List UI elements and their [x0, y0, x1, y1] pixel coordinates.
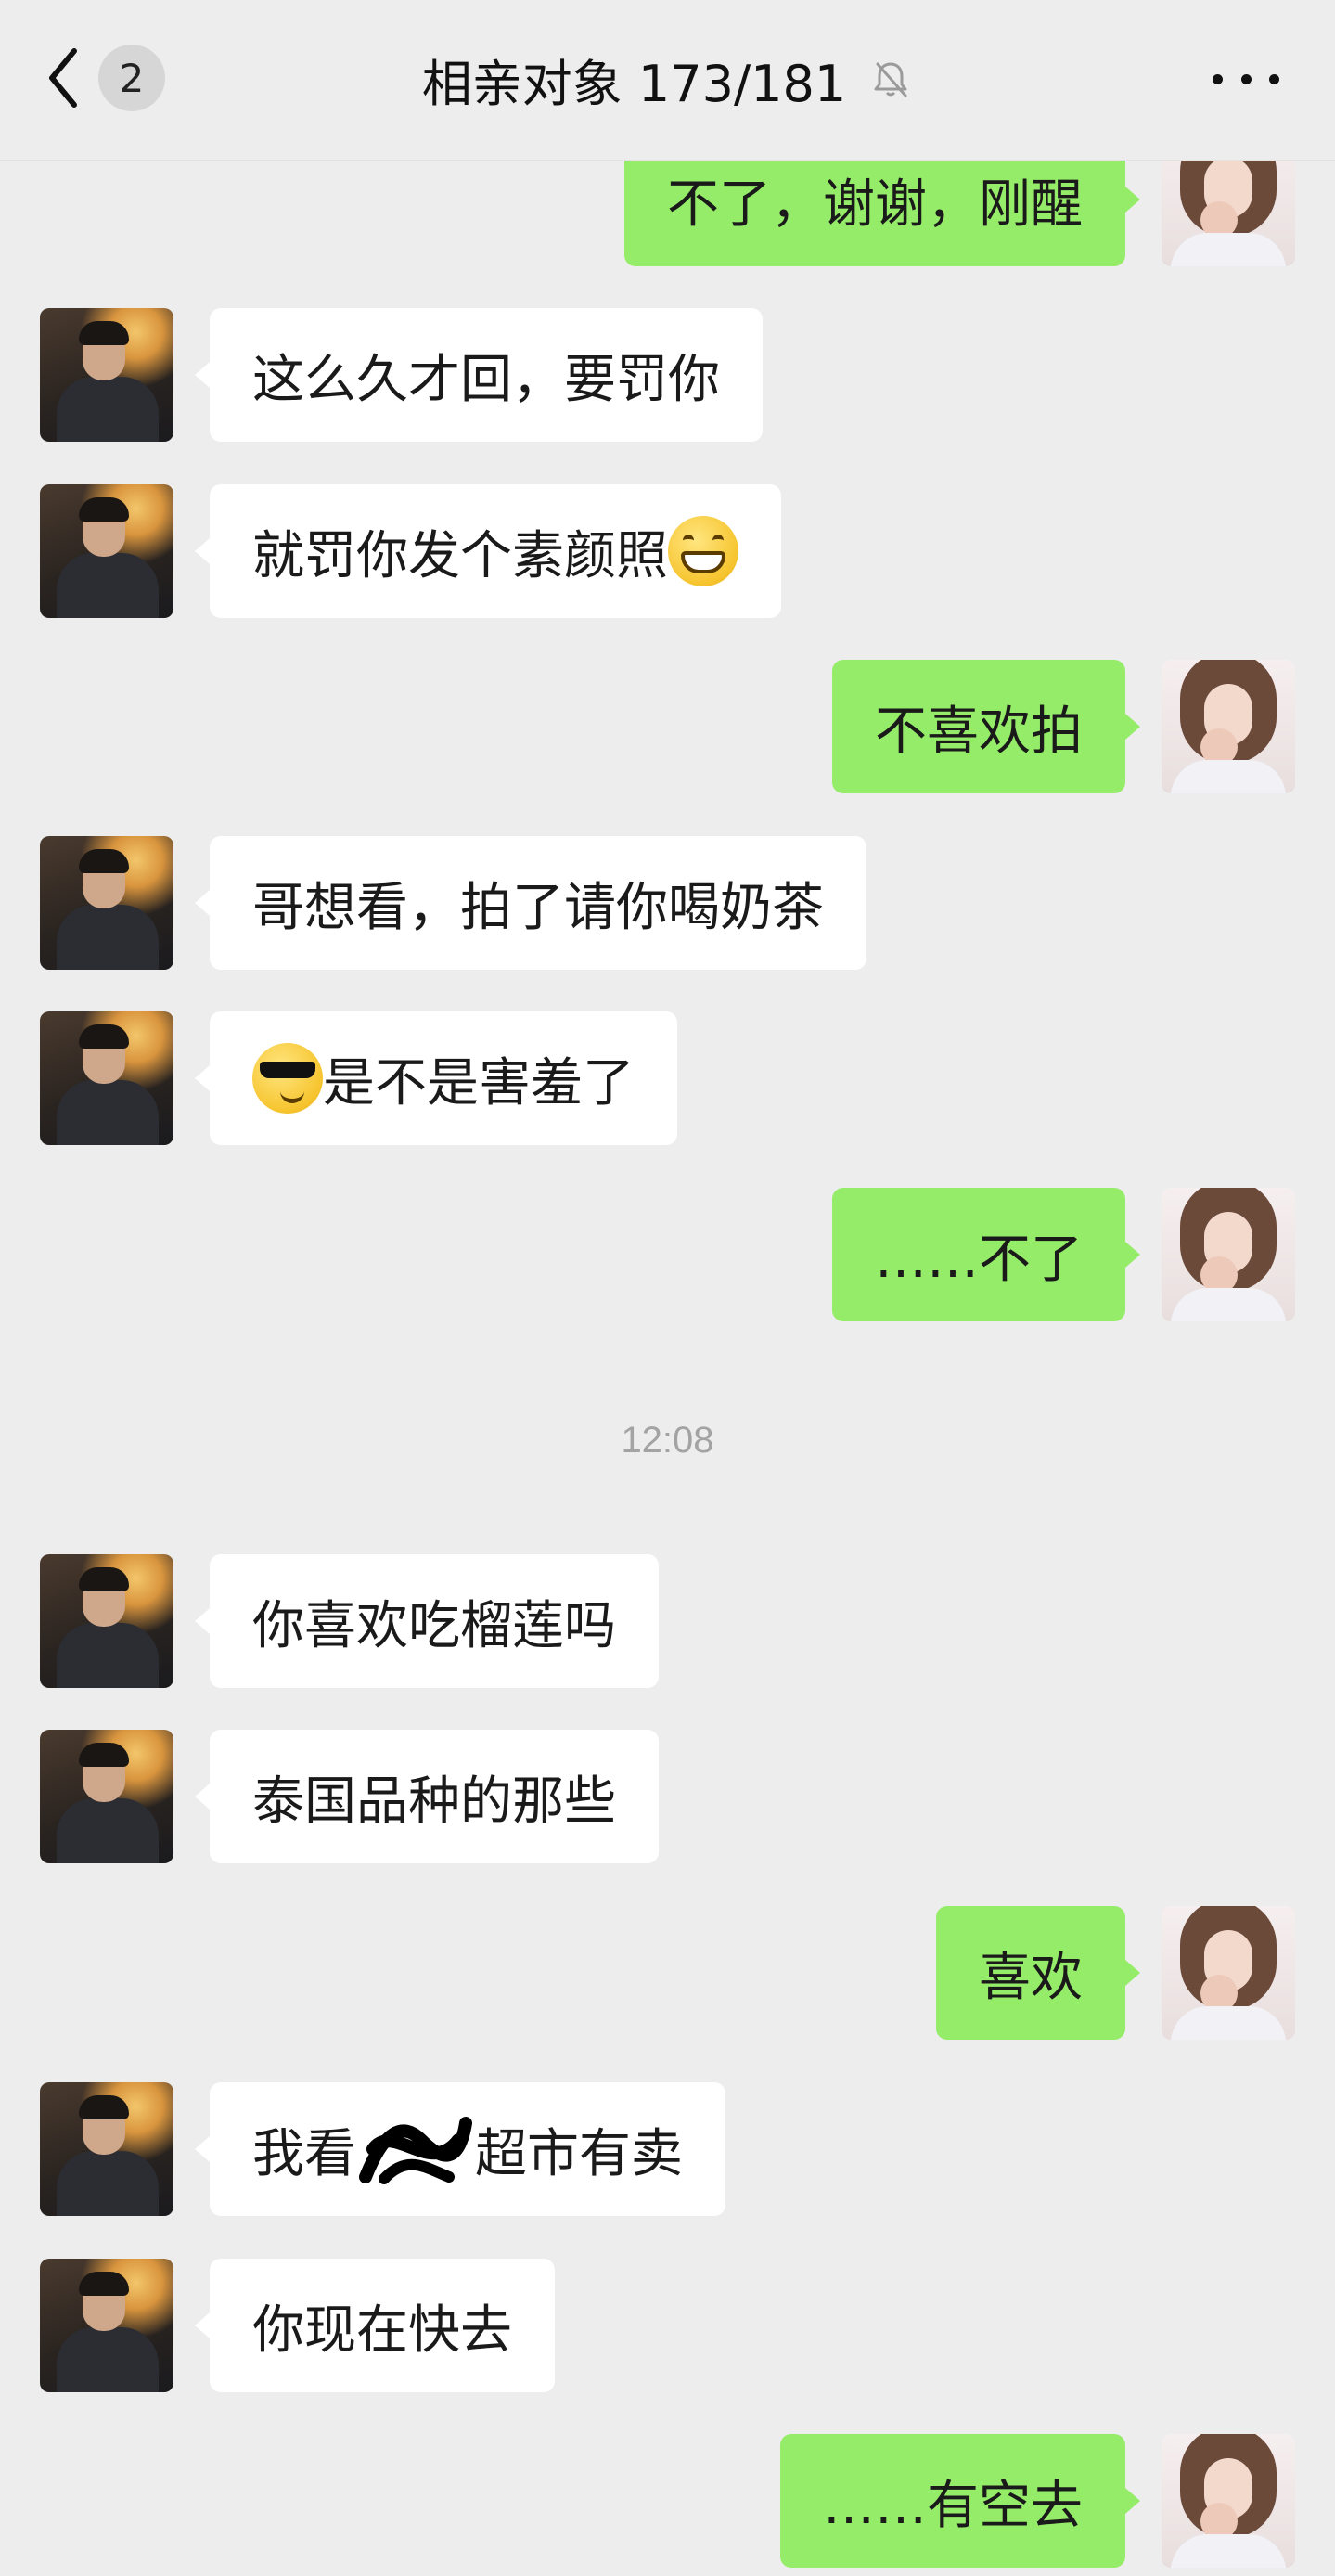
- my-avatar[interactable]: [1162, 1188, 1295, 1321]
- contact-avatar[interactable]: [40, 2259, 173, 2392]
- redaction-scribble: [356, 2112, 475, 2186]
- message-text: 不喜欢拍: [875, 701, 1083, 762]
- contact-avatar[interactable]: [40, 484, 173, 618]
- message-bubble-incoming[interactable]: 就罚你发个素颜照: [195, 484, 781, 618]
- chat-title: 相亲对象 173/181: [421, 54, 847, 113]
- dot-icon: [1240, 73, 1252, 84]
- message-text: 你喜欢吃榴莲吗: [252, 1595, 616, 1656]
- timestamp: 12:08: [621, 1420, 714, 1461]
- contact-avatar[interactable]: [40, 1554, 173, 1688]
- message-bubble-outgoing[interactable]: ……不了: [832, 1188, 1140, 1321]
- chat-area[interactable]: 不了，谢谢，刚醒 这么久才回，要罚你 就罚你发个素颜照 不喜欢拍 哥想看，拍了请…: [0, 0, 1335, 2576]
- message-bubble-outgoing[interactable]: ……有空去: [780, 2434, 1140, 2568]
- message-bubble-incoming[interactable]: 这么久才回，要罚你: [195, 308, 763, 442]
- contact-avatar[interactable]: [40, 2082, 173, 2216]
- message-bubble-outgoing[interactable]: 喜欢: [936, 1906, 1140, 2040]
- message-text: 是不是害羞了: [323, 1052, 635, 1114]
- my-avatar[interactable]: [1162, 2434, 1295, 2568]
- mute-bell-icon: [874, 62, 907, 97]
- message-bubble-incoming[interactable]: 泰国品种的那些: [195, 1730, 659, 1863]
- contact-avatar[interactable]: [40, 1730, 173, 1863]
- chat-header: 2 相亲对象 173/181: [0, 0, 1335, 161]
- message-text: 你现在快去: [252, 2299, 512, 2361]
- message-bubble-incoming[interactable]: 你现在快去: [195, 2259, 555, 2392]
- message-text: 不了，谢谢，刚醒: [667, 174, 1083, 235]
- dot-icon: [1269, 73, 1279, 84]
- message-bubble-incoming[interactable]: 是不是害羞了: [195, 1011, 677, 1145]
- message-bubble-incoming[interactable]: 你喜欢吃榴莲吗: [195, 1554, 659, 1688]
- message-text: ……不了: [875, 1229, 1083, 1290]
- message-text: 这么久才回，要罚你: [252, 349, 720, 410]
- contact-avatar[interactable]: [40, 836, 173, 970]
- message-bubble-incoming[interactable]: 我看 超市有卖: [195, 2082, 725, 2216]
- grin-emoji: [668, 516, 738, 586]
- message-bubble-incoming[interactable]: 哥想看，拍了请你喝奶茶: [195, 836, 866, 970]
- message-text: 哥想看，拍了请你喝奶茶: [252, 877, 824, 938]
- message-text: ……有空去: [823, 2475, 1083, 2536]
- dot-icon: [1213, 73, 1223, 84]
- more-options-button[interactable]: [1213, 65, 1279, 93]
- contact-avatar[interactable]: [40, 308, 173, 442]
- message-text: 泰国品种的那些: [252, 1771, 616, 1832]
- cool-emoji: [252, 1043, 323, 1114]
- message-text-after: 超市有卖: [475, 2123, 683, 2184]
- message-text: 喜欢: [979, 1947, 1083, 2008]
- chat-title-area[interactable]: 相亲对象 173/181: [0, 46, 1335, 113]
- contact-avatar[interactable]: [40, 1011, 173, 1145]
- my-avatar[interactable]: [1162, 1906, 1295, 2040]
- message-text-before: 我看: [252, 2123, 356, 2184]
- message-bubble-outgoing[interactable]: 不喜欢拍: [832, 660, 1140, 793]
- message-text: 就罚你发个素颜照: [252, 525, 668, 586]
- my-avatar[interactable]: [1162, 660, 1295, 793]
